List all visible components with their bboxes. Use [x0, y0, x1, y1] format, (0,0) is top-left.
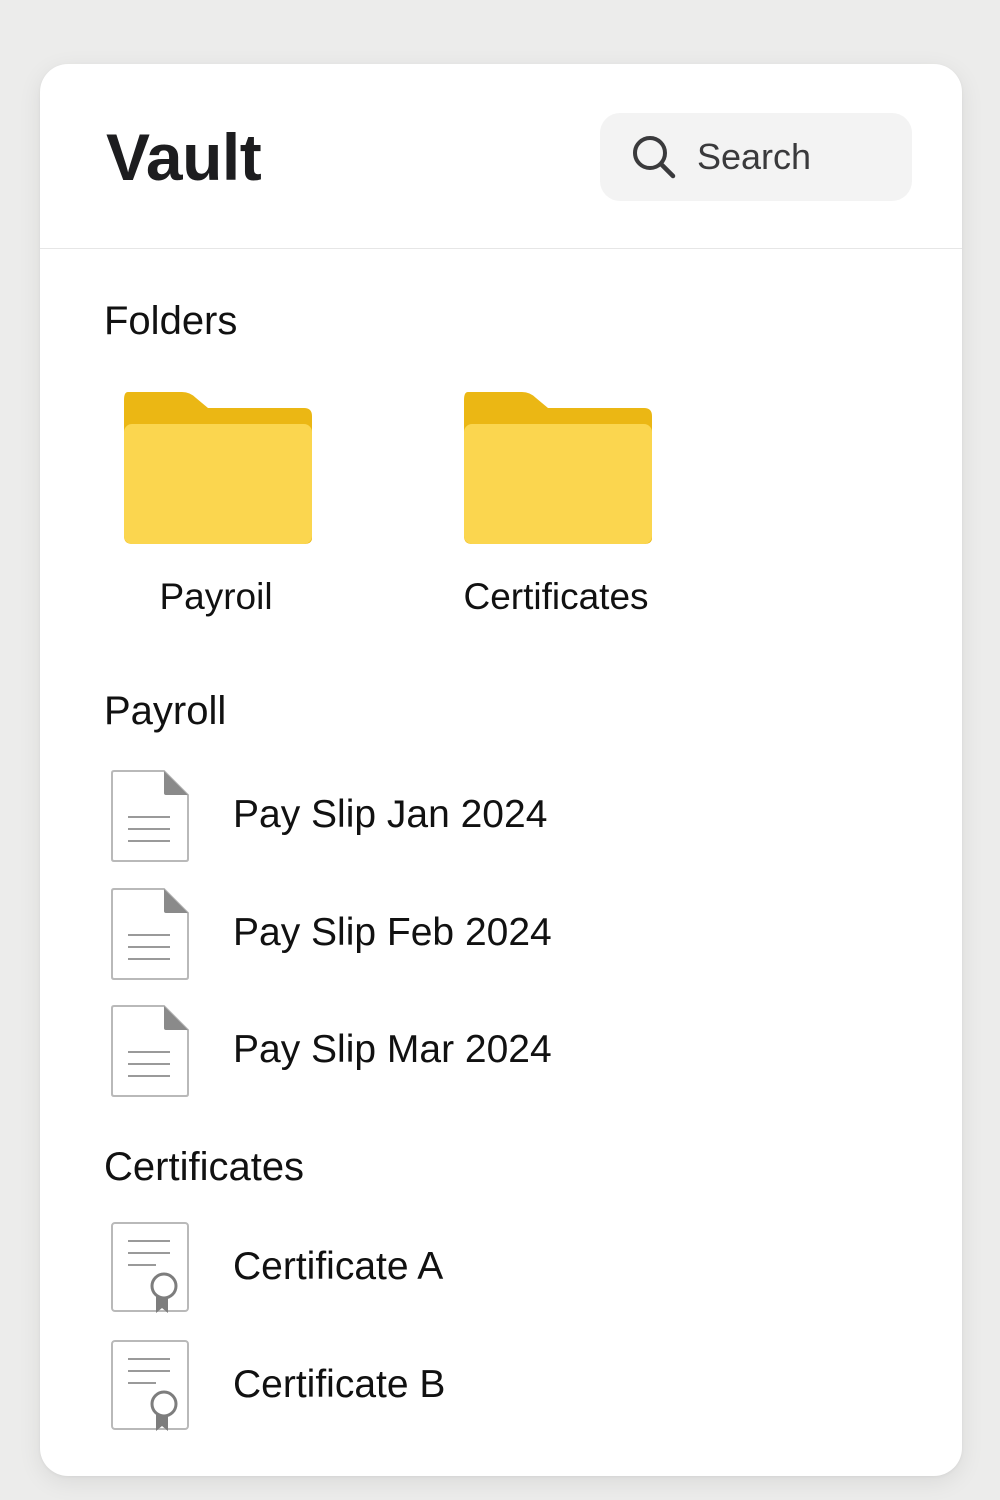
- folder-icon: [464, 392, 652, 544]
- list-item-label: Certificate B: [233, 1363, 446, 1406]
- folder-certificates[interactable]: Certificates: [436, 388, 676, 628]
- page-title: Vault: [106, 120, 262, 194]
- list-item-pay-slip-feb[interactable]: Pay Slip Feb 2024: [104, 887, 864, 987]
- list-item-label: Certificate A: [233, 1245, 444, 1288]
- header: Vault Search: [40, 64, 962, 249]
- list-item-label: Pay Slip Jan 2024: [233, 793, 548, 836]
- list-item-pay-slip-mar[interactable]: Pay Slip Mar 2024: [104, 1004, 864, 1104]
- list-item-certificate-a[interactable]: Certificate A: [104, 1221, 864, 1321]
- document-icon: [111, 770, 189, 862]
- payroll-heading: Payroll: [104, 689, 227, 733]
- list-item-label: Pay Slip Mar 2024: [233, 1028, 552, 1071]
- certificate-icon: [111, 1340, 189, 1431]
- search-placeholder: Search: [697, 136, 812, 177]
- list-item-pay-slip-jan[interactable]: Pay Slip Jan 2024: [104, 769, 864, 869]
- certificates-heading: Certificates: [104, 1145, 305, 1189]
- document-icon: [111, 888, 189, 980]
- list-item-label: Pay Slip Feb 2024: [233, 911, 552, 954]
- folder-icon: [124, 392, 312, 544]
- search-icon: [633, 136, 676, 179]
- list-item-certificate-b[interactable]: Certificate B: [104, 1339, 864, 1439]
- folder-label: Payroil: [159, 576, 273, 617]
- search-input[interactable]: Search: [600, 113, 912, 201]
- folder-label: Certificates: [463, 576, 649, 617]
- folders-heading: Folders: [104, 299, 238, 343]
- folder-payroll[interactable]: Payroil: [96, 388, 336, 628]
- vault-window: Vault Search Folders Payroil Certificate…: [40, 64, 962, 1476]
- document-icon: [111, 1005, 189, 1097]
- certificate-icon: [111, 1222, 189, 1313]
